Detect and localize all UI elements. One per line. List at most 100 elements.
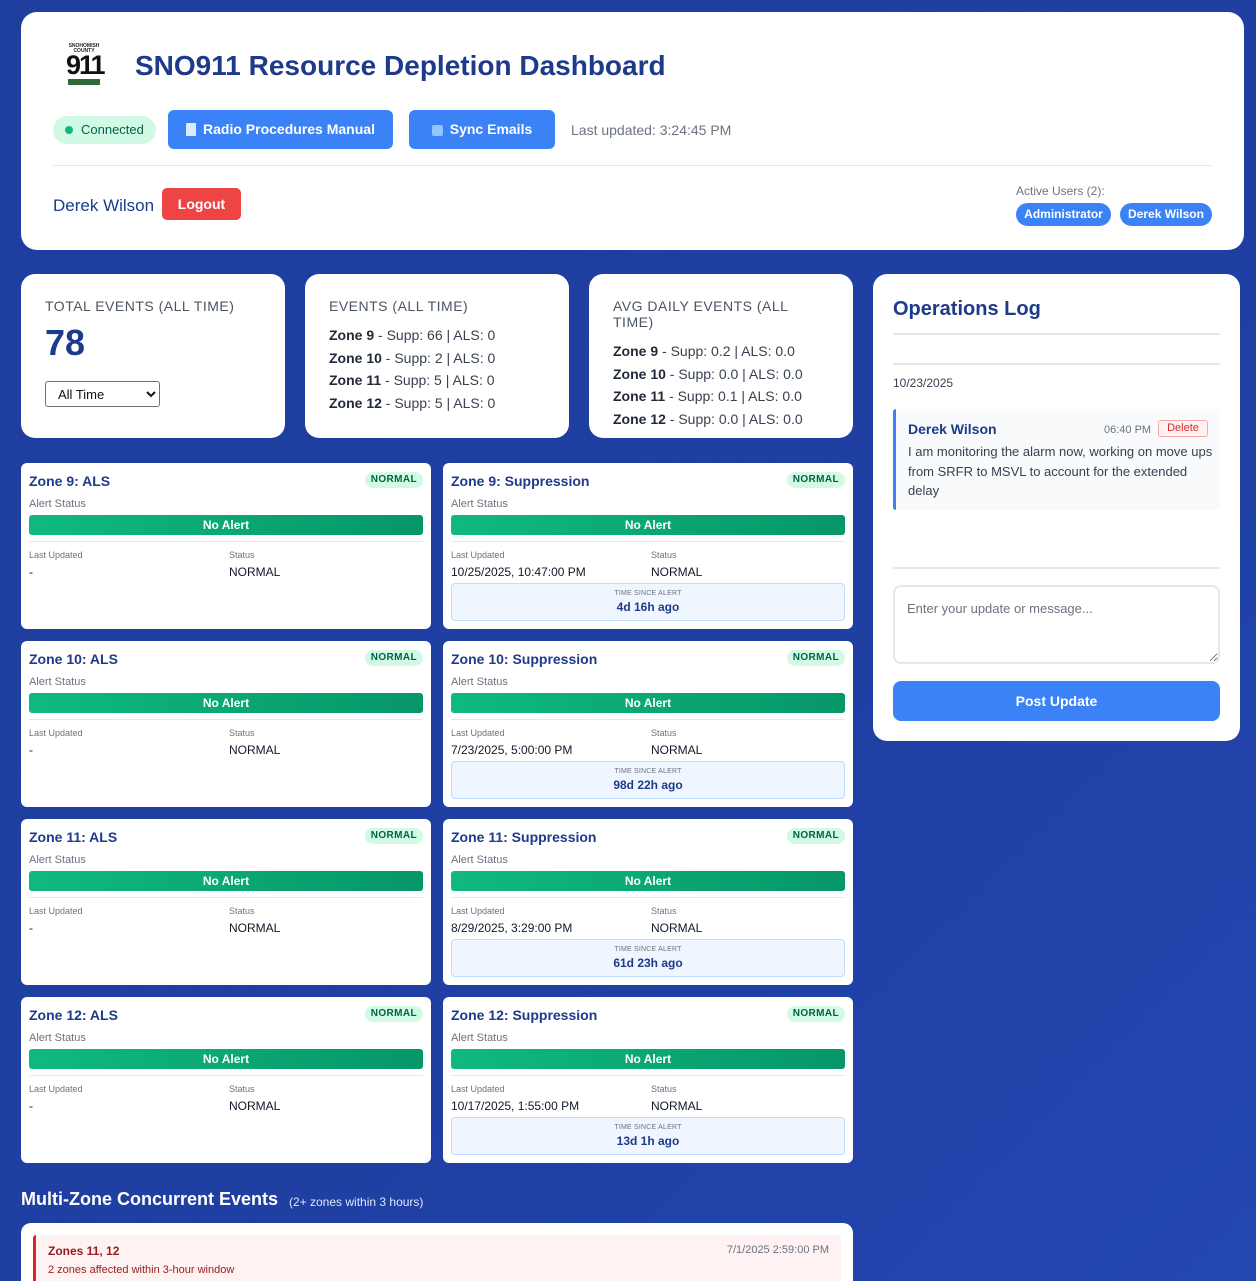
sync-emails-label: Sync Emails (449, 121, 533, 137)
events-row-zone: Zone 10 (329, 349, 382, 366)
alert-status-label: Alert Status (29, 676, 86, 688)
status-label: Status (651, 550, 677, 560)
log-entry-user: Derek Wilson (908, 421, 997, 437)
status-badge: NORMAL (364, 1006, 423, 1022)
avg-row-detail: - Supp: 0.0 | ALS: 0.0 (665, 410, 803, 427)
time-since-label: TIME SINCE ALERT (614, 946, 682, 953)
alert-status-label: Alert Status (451, 676, 508, 688)
avg-daily-events-card: AVG DAILY EVENTS (ALL TIME) Zone 9 - Sup… (589, 274, 853, 438)
alert-status-label: Alert Status (29, 854, 86, 866)
log-entry: Derek Wilson 06:40 PM Delete I am monito… (893, 409, 1220, 510)
connection-status-label: Connected (81, 122, 144, 137)
status-label: Status (229, 1084, 255, 1094)
header-divider (53, 165, 1212, 166)
logo-bar (68, 79, 100, 85)
time-range-select[interactable]: All Time (45, 381, 160, 407)
zone-title: Zone 11: Suppression (451, 829, 597, 845)
active-user-pill: Administrator (1016, 203, 1111, 226)
avg-row-zone: Zone 9 (613, 343, 659, 359)
status-value: NORMAL (229, 565, 281, 579)
zone-divider (451, 897, 845, 898)
multizone-events-card: Zones 11, 12 7/1/2025 2:59:00 PM 2 zones… (21, 1223, 853, 1281)
last-updated-value: 10/17/2025, 1:55:00 PM (451, 1099, 580, 1113)
last-updated-value: 10/25/2025, 10:47:00 PM (451, 565, 586, 579)
status-value: NORMAL (229, 921, 281, 935)
post-update-button[interactable]: Post Update (893, 681, 1220, 721)
avg-row-detail: - Supp: 0.0 | ALS: 0.0 (665, 365, 803, 382)
status-badge: NORMAL (364, 472, 423, 488)
operations-log-title: Operations Log (893, 298, 1041, 320)
status-label: Status (229, 550, 255, 560)
events-row-zone: Zone 9 (329, 327, 375, 343)
events-row: Zone 9 - Supp: 66 | ALS: 0 (329, 324, 545, 347)
events-row-detail: - Supp: 5 | ALS: 0 (381, 394, 496, 411)
zone-card: Zone 9: ALS NORMAL Alert Status No Alert… (21, 463, 431, 629)
zone-divider (29, 897, 423, 898)
zone-card: Zone 10: Suppression NORMAL Alert Status… (443, 641, 853, 807)
last-updated-label: Last Updated (451, 1084, 505, 1094)
zone-title: Zone 9: ALS (29, 473, 111, 489)
last-updated-value: - (29, 565, 33, 579)
alert-status-label: Alert Status (451, 498, 508, 510)
total-events-title: TOTAL EVENTS (ALL TIME) (45, 298, 235, 314)
avg-row: Zone 11 - Supp: 0.1 | ALS: 0.0 (613, 385, 829, 408)
page-title: SNO911 Resource Depletion Dashboard (135, 50, 666, 81)
multizone-event-item: Zones 11, 12 7/1/2025 2:59:00 PM 2 zones… (33, 1235, 841, 1281)
last-updated-label: Last Updated (451, 906, 505, 916)
alert-status-label: Alert Status (29, 498, 86, 510)
zone-card: Zone 10: ALS NORMAL Alert Status No Aler… (21, 641, 431, 807)
update-message-input[interactable] (893, 585, 1220, 664)
status-badge: NORMAL (786, 828, 845, 844)
last-updated-value: 7/23/2025, 5:00:00 PM (451, 743, 573, 757)
avg-row-detail: - Supp: 0.1 | ALS: 0.0 (665, 388, 802, 404)
zone-card: Zone 11: ALS NORMAL Alert Status No Aler… (21, 819, 431, 985)
time-since-value: 61d 23h ago (613, 956, 683, 970)
zone-title: Zone 12: ALS (29, 1007, 118, 1023)
document-icon (186, 123, 197, 136)
multizone-zones: Zones 11, 12 (48, 1244, 120, 1258)
oplog-divider (893, 567, 1220, 569)
events-row: Zone 10 - Supp: 2 | ALS: 0 (329, 347, 545, 370)
alert-status-bar: No Alert (451, 693, 845, 713)
multizone-description: 2 zones affected within 3-hour window (48, 1264, 235, 1276)
events-row: Zone 12 - Supp: 5 | ALS: 0 (329, 392, 545, 415)
status-value: NORMAL (229, 743, 281, 757)
status-badge: NORMAL (364, 828, 423, 844)
zone-card: Zone 12: Suppression NORMAL Alert Status… (443, 997, 853, 1163)
zone-divider (29, 1075, 423, 1076)
zone-title: Zone 10: ALS (29, 651, 118, 667)
total-events-value: 78 (45, 322, 86, 363)
avg-row-zone: Zone 10 (613, 365, 666, 382)
delete-entry-button[interactable]: Delete (1158, 420, 1208, 437)
total-events-card: TOTAL EVENTS (ALL TIME) 78 All Time (21, 274, 285, 438)
alert-status-bar: No Alert (29, 1049, 423, 1069)
last-updated-label: Last Updated (29, 1084, 83, 1094)
current-username: Derek Wilson (53, 196, 155, 215)
zone-card: Zone 12: ALS NORMAL Alert Status No Aler… (21, 997, 431, 1163)
log-entry-time: 06:40 PM (1104, 424, 1152, 436)
alert-status-bar: No Alert (451, 871, 845, 891)
zone-divider (451, 541, 845, 542)
status-badge: NORMAL (786, 1006, 845, 1022)
last-updated-label: Last Updated (451, 550, 505, 560)
time-since-value: 98d 22h ago (613, 778, 683, 792)
time-since-alert-box: TIME SINCE ALERT 61d 23h ago (451, 939, 845, 977)
status-value: NORMAL (651, 921, 703, 935)
alert-status-bar: No Alert (29, 693, 423, 713)
last-updated-label: Last Updated (29, 550, 83, 560)
zone-divider (451, 719, 845, 720)
logout-button[interactable]: Logout (162, 188, 241, 220)
header-card: SNOHOMISH COUNTY 911 SNO911 Resource Dep… (21, 12, 1244, 250)
status-value: NORMAL (651, 565, 703, 579)
last-updated-label: Last Updated (451, 728, 505, 738)
events-row-detail: - Supp: 2 | ALS: 0 (381, 349, 496, 366)
sync-emails-button[interactable]: Sync Emails (409, 110, 555, 149)
radio-procedures-manual-button[interactable]: Radio Procedures Manual (168, 110, 393, 149)
zone-title: Zone 9: Suppression (451, 473, 590, 489)
zone-divider (29, 719, 423, 720)
alert-status-bar: No Alert (451, 515, 845, 535)
avg-row-zone: Zone 11 (613, 388, 666, 404)
radio-manual-label: Radio Procedures Manual (203, 121, 375, 137)
last-updated-label: Last Updated (29, 728, 83, 738)
events-row-zone: Zone 12 (329, 394, 382, 411)
